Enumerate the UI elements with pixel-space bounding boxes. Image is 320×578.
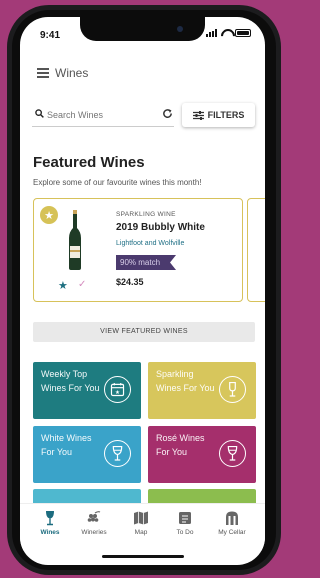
camera-icon xyxy=(177,26,183,32)
bottom-tab-bar: Wines Wineries Map To Do My Cellar xyxy=(20,503,265,551)
app-bar: Wines xyxy=(20,61,265,85)
wine-bottle-image xyxy=(69,210,81,270)
search-bar[interactable] xyxy=(32,103,174,127)
tab-label: Wines xyxy=(40,529,60,536)
view-featured-wines-button[interactable]: VIEW FEATURED WINES xyxy=(33,322,255,342)
tab-label: My Cellar xyxy=(218,529,246,536)
featured-star-icon: ★ xyxy=(40,206,58,224)
tab-map[interactable]: Map xyxy=(121,510,161,536)
tile-sparkling[interactable]: Sparkling Wines For You xyxy=(148,362,256,419)
tab-label: Map xyxy=(134,529,148,536)
wine-name: 2019 Bubbly White xyxy=(116,222,205,233)
filters-icon xyxy=(192,110,204,120)
checkmark-icon[interactable]: ✓ xyxy=(78,279,86,290)
home-indicator xyxy=(102,555,184,558)
status-icons xyxy=(206,29,251,37)
rose-wine-glass-icon xyxy=(219,440,246,467)
todo-icon xyxy=(179,512,191,524)
notch xyxy=(80,17,205,41)
map-icon xyxy=(134,511,148,525)
filters-label: FILTERS xyxy=(207,110,245,120)
signal-icon xyxy=(206,29,217,37)
tile-label: Sparkling Wines For You xyxy=(156,369,215,393)
tile-label: White Wines For You xyxy=(41,433,92,457)
battery-icon xyxy=(235,29,251,37)
tab-wines[interactable]: Wines xyxy=(30,510,70,536)
grapes-icon xyxy=(87,511,101,522)
match-badge: 90% match xyxy=(116,255,177,270)
white-wine-glass-icon xyxy=(104,440,131,467)
featured-wine-card[interactable]: ★ ★ ✓ SPARKLING WINE 2019 Bubbly White L… xyxy=(33,198,243,302)
wine-type: SPARKLING WINE xyxy=(116,211,176,218)
menu-icon[interactable] xyxy=(37,68,49,78)
tile-label: Rosé Wines For You xyxy=(156,433,205,457)
refresh-icon[interactable] xyxy=(162,108,173,119)
wifi-icon xyxy=(221,29,231,37)
app-screen: 9:41 Wines FILTERS Featured Wines xyxy=(20,17,265,565)
calendar-star-icon: ★ xyxy=(104,376,131,403)
tile-rose[interactable]: Rosé Wines For You xyxy=(148,426,256,483)
wine-price: $24.35 xyxy=(116,277,144,287)
tab-to-do[interactable]: To Do xyxy=(165,510,205,536)
favourite-star-icon[interactable]: ★ xyxy=(58,279,68,292)
winery-name[interactable]: Lightfoot and Wolfville xyxy=(116,240,184,247)
page-title: Wines xyxy=(55,66,89,80)
featured-title: Featured Wines xyxy=(33,154,145,171)
tile-white[interactable]: White Wines For You xyxy=(33,426,141,483)
featured-subtitle: Explore some of our favourite wines this… xyxy=(33,178,202,187)
tab-wineries[interactable]: Wineries xyxy=(74,510,114,536)
search-icon xyxy=(35,109,44,118)
tab-label: Wineries xyxy=(81,529,107,536)
next-featured-card[interactable] xyxy=(247,198,265,302)
status-time: 9:41 xyxy=(40,30,61,41)
tab-label: To Do xyxy=(176,529,194,536)
tab-my-cellar[interactable]: My Cellar xyxy=(212,510,252,536)
tile-weekly-top[interactable]: Weekly Top Wines For You ★ xyxy=(33,362,141,419)
svg-text:★: ★ xyxy=(115,389,120,396)
tile-label: Weekly Top Wines For You xyxy=(41,369,100,393)
cellar-icon xyxy=(226,511,238,525)
sparkling-glass-icon xyxy=(219,376,246,403)
search-input[interactable] xyxy=(47,107,167,123)
filters-button[interactable]: FILTERS xyxy=(182,103,255,127)
wine-glass-icon xyxy=(46,511,54,526)
